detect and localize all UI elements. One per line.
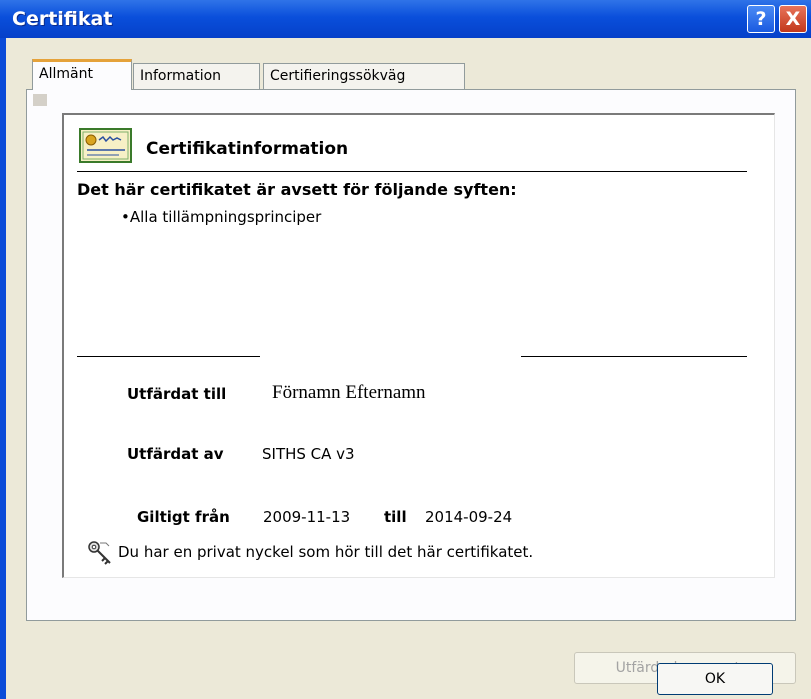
valid-to-value: 2014-09-24 [425,508,513,526]
certificate-info-box: Certifikatinformation Det här certifikat… [62,113,775,578]
certificate-info-heading: Certifikatinformation [146,139,349,159]
tab-general[interactable]: Allmänt [32,59,132,90]
valid-to-label: till [384,508,407,526]
divider [77,171,747,172]
dialog-client-area: Allmänt Information Certifieringssökväg … [6,38,811,699]
close-button[interactable]: X [779,5,807,33]
valid-from-value: 2009-11-13 [263,508,351,526]
focus-marker [33,94,47,106]
issued-to-value: Förnamn Efternamn [272,382,426,403]
certificate-dialog: Certifikat ? X Allmänt Information Certi… [0,0,811,699]
private-key-text: Du har en privat nyckel som hör till det… [118,543,534,561]
title-bar[interactable]: Certifikat ? X [0,0,811,38]
help-button[interactable]: ? [747,5,775,33]
valid-from-label: Giltigt från [137,508,230,526]
window-title: Certifikat [12,8,113,30]
purpose-title: Det här certifikatet är avsett för följa… [77,180,517,199]
ok-button[interactable]: OK [657,663,773,695]
issued-to-label: Utfärdat till [127,385,227,403]
key-icon [88,541,111,565]
certificate-icon [79,128,132,163]
issued-by-value: SITHS CA v3 [262,445,355,463]
tab-details[interactable]: Information [133,63,260,89]
divider [77,356,260,357]
tab-certification-path[interactable]: Certifieringssökväg [263,63,465,89]
divider [521,356,747,357]
tab-panel-general: Certifikatinformation Det här certifikat… [26,89,796,684]
purpose-item: •Alla tillämpningsprinciper [121,208,322,226]
issued-by-label: Utfärdat av [127,445,224,463]
